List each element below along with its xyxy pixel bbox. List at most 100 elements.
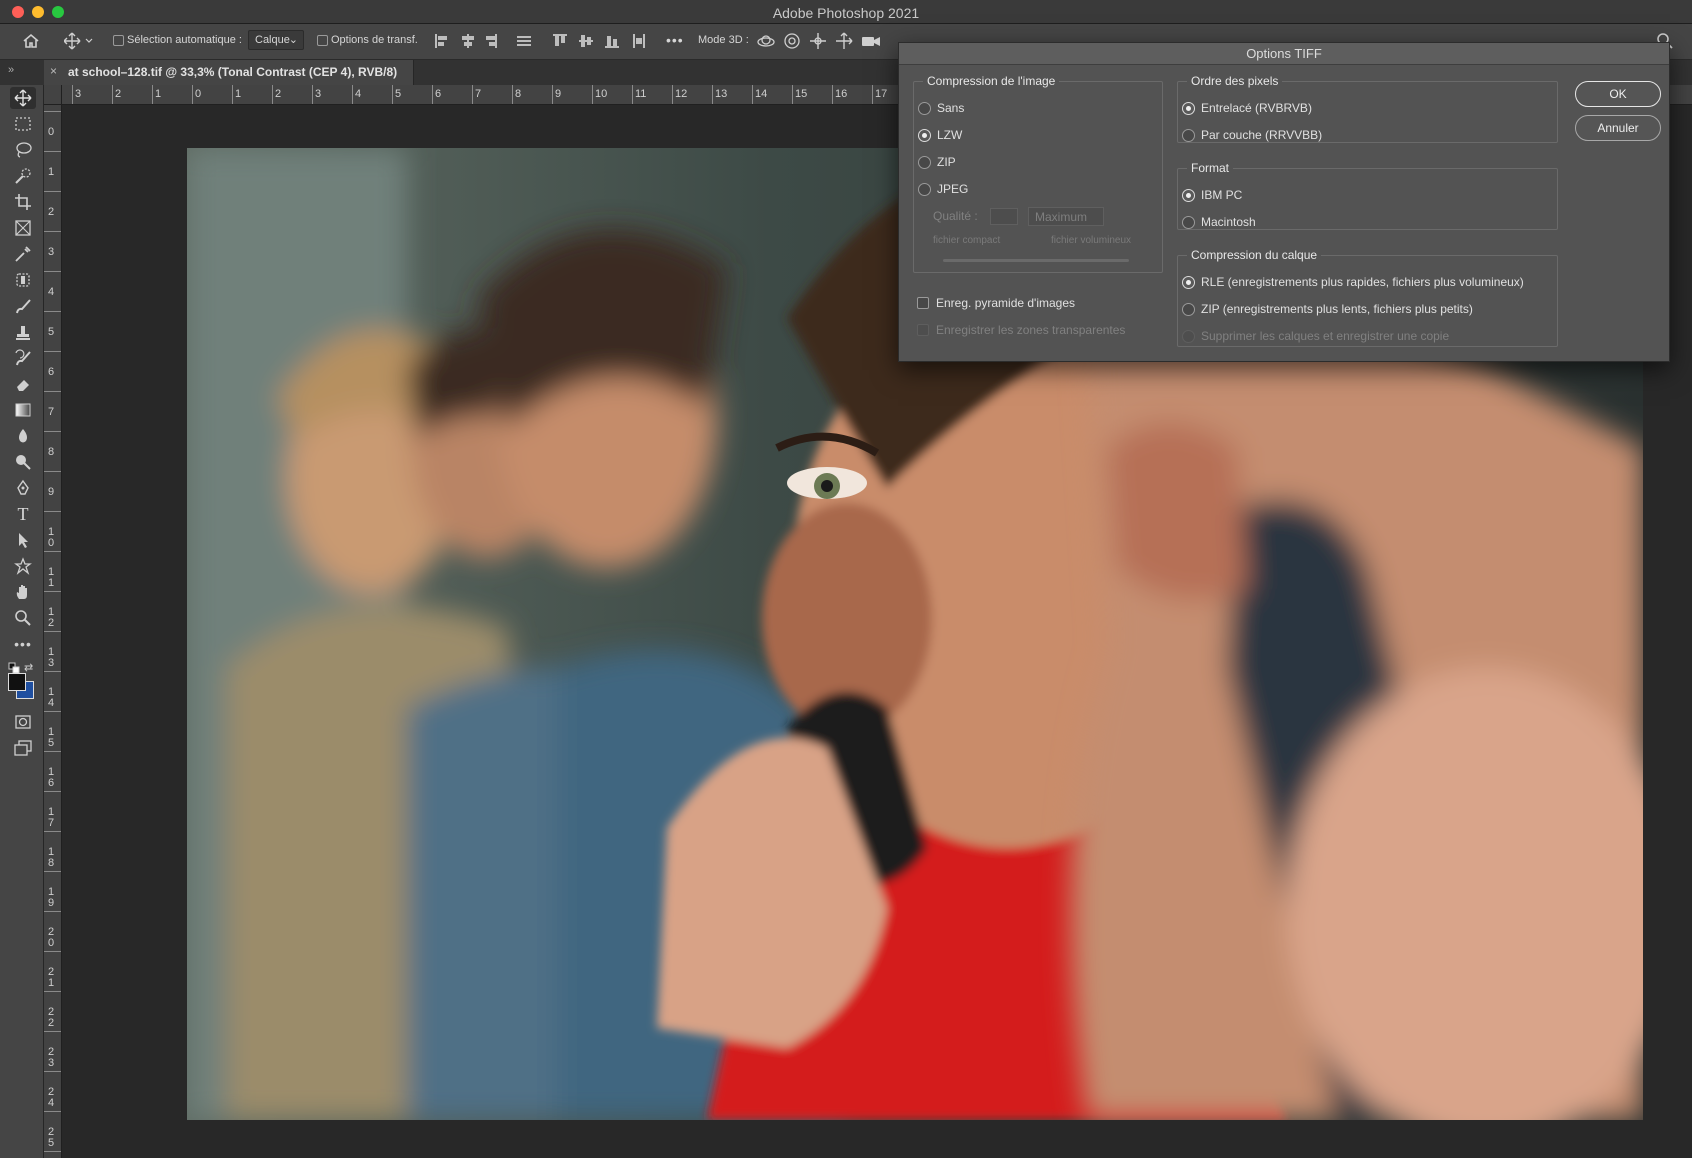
quick-mask-icon[interactable]: [10, 711, 36, 733]
transform-options-checkbox[interactable]: [317, 35, 328, 46]
radio-button-selected[interactable]: [918, 128, 931, 142]
frame-tool-icon[interactable]: [10, 217, 36, 239]
crop-tool-icon[interactable]: [10, 191, 36, 213]
vertical-ruler: 1012345678910111213141516171819202122232…: [44, 85, 62, 1158]
checkbox[interactable]: [917, 297, 929, 309]
compression-option-jpeg[interactable]: JPEG: [918, 182, 968, 196]
move-tool-icon[interactable]: [10, 87, 36, 109]
document-tab[interactable]: × at school–128.tif @ 33,3% (Tonal Contr…: [44, 60, 414, 85]
ruler-label: 3: [315, 88, 322, 100]
ruler-label: 9: [555, 88, 562, 100]
document-tab-title: at school–128.tif @ 33,3% (Tonal Contras…: [68, 65, 398, 79]
screen-mode-icon[interactable]: [10, 737, 36, 759]
pixel-order-per-channel[interactable]: Par couche (RRVVBB): [1182, 128, 1322, 142]
ruler-tick: [712, 85, 713, 104]
tiff-options-dialog: Options TIFF Compression de l'image Sans…: [898, 42, 1670, 362]
radio-button[interactable]: [1182, 215, 1195, 229]
spot-healing-tool-icon[interactable]: [10, 269, 36, 291]
more-options-button[interactable]: •••: [666, 32, 684, 48]
ruler-tick: [312, 85, 313, 104]
compression-option-lzw[interactable]: LZW: [918, 128, 962, 142]
radio-button[interactable]: [1182, 302, 1195, 316]
ruler-label: 3: [75, 88, 82, 100]
camera-3d-icon[interactable]: [861, 32, 881, 53]
ruler-tick: [44, 391, 61, 392]
auto-select-checkbox[interactable]: [113, 35, 124, 46]
clone-stamp-tool-icon[interactable]: [10, 321, 36, 343]
roll-3d-icon[interactable]: [783, 32, 801, 53]
gradient-tool-icon[interactable]: [10, 399, 36, 421]
custom-shape-tool-icon[interactable]: [10, 555, 36, 577]
jpeg-quality-slider[interactable]: [943, 259, 1129, 262]
home-icon[interactable]: [22, 32, 40, 53]
type-tool-icon[interactable]: T: [10, 503, 36, 525]
jpeg-quality-dropdown[interactable]: Maximum: [1028, 207, 1104, 226]
dodge-tool-icon[interactable]: [10, 451, 36, 473]
ruler-label: 25: [48, 1126, 55, 1149]
layer-compression-zip[interactable]: ZIP (enregistrements plus lents, fichier…: [1182, 302, 1473, 316]
ruler-origin[interactable]: [44, 85, 62, 105]
compression-option-none[interactable]: Sans: [918, 101, 964, 115]
pan-3d-icon[interactable]: [809, 32, 827, 53]
chevron-down-icon: ⌄: [288, 34, 298, 46]
blur-tool-icon[interactable]: [10, 425, 36, 447]
auto-select-dropdown[interactable]: Calque ⌄: [248, 30, 304, 50]
app-title: Adobe Photoshop 2021: [772, 5, 920, 21]
ruler-tick: [872, 85, 873, 104]
radio-button[interactable]: [1182, 128, 1195, 142]
brush-tool-icon[interactable]: [10, 295, 36, 317]
eraser-tool-icon[interactable]: [10, 373, 36, 395]
move-tool-preset-icon[interactable]: [63, 32, 94, 53]
hand-tool-icon[interactable]: [10, 581, 36, 603]
save-pyramid-option[interactable]: Enreg. pyramide d'images: [917, 296, 1075, 310]
slide-3d-icon[interactable]: [835, 32, 853, 53]
jpeg-quality-input[interactable]: [990, 208, 1018, 225]
ruler-tick: [44, 991, 61, 992]
ruler-label: 8: [515, 88, 522, 100]
option-label: ZIP (enregistrements plus lents, fichier…: [1201, 302, 1473, 316]
byte-order-macintosh[interactable]: Macintosh: [1182, 215, 1256, 229]
marquee-tool-icon[interactable]: [10, 113, 36, 135]
radio-button[interactable]: [918, 101, 931, 115]
ruler-label: 12: [48, 606, 55, 629]
cancel-button[interactable]: Annuler: [1575, 115, 1661, 141]
ok-button[interactable]: OK: [1575, 81, 1661, 107]
layer-compression-rle[interactable]: RLE (enregistrements plus rapides, fichi…: [1182, 275, 1524, 289]
layer-compression-title: Compression du calque: [1187, 248, 1322, 262]
foreground-color-swatch[interactable]: [8, 673, 26, 691]
radio-button[interactable]: [918, 182, 931, 196]
radio-button-selected[interactable]: [1182, 188, 1195, 202]
radio-button[interactable]: [918, 155, 931, 169]
pixel-order-interleaved[interactable]: Entrelacé (RVBRVB): [1182, 101, 1312, 115]
ruler-label: 21: [48, 966, 55, 989]
ruler-label: 14: [755, 88, 768, 100]
zoom-tool-icon[interactable]: [10, 607, 36, 629]
compression-option-zip[interactable]: ZIP: [918, 155, 956, 169]
ruler-label: 16: [48, 766, 55, 789]
option-label: RLE (enregistrements plus rapides, fichi…: [1201, 275, 1524, 289]
ruler-label: 1: [48, 166, 55, 178]
byte-order-ibm-pc[interactable]: IBM PC: [1182, 188, 1242, 202]
quick-selection-tool-icon[interactable]: [10, 165, 36, 187]
orbit-3d-icon[interactable]: [757, 32, 775, 53]
ruler-tick: [832, 85, 833, 104]
close-tab-icon[interactable]: ×: [50, 64, 57, 78]
pixel-order-title: Ordre des pixels: [1187, 74, 1283, 88]
ruler-label: 3: [48, 246, 55, 258]
ruler-tick: [44, 1031, 61, 1032]
radio-button-selected[interactable]: [1182, 101, 1195, 115]
ruler-tick: [44, 311, 61, 312]
history-brush-tool-icon[interactable]: [10, 347, 36, 369]
path-selection-tool-icon[interactable]: [10, 529, 36, 551]
lasso-tool-icon[interactable]: [10, 139, 36, 161]
eyedropper-tool-icon[interactable]: [10, 243, 36, 265]
ruler-label: 20: [48, 926, 55, 949]
ruler-label: 11: [48, 566, 55, 589]
ruler-tick: [672, 85, 673, 104]
radio-button-selected[interactable]: [1182, 275, 1195, 289]
edit-toolbar-icon[interactable]: •••: [10, 633, 36, 655]
expand-panels-icon[interactable]: »: [8, 64, 14, 76]
discard-layers-option: Supprimer les calques et enregistrer une…: [1182, 329, 1449, 343]
pen-tool-icon[interactable]: [10, 477, 36, 499]
option-label: Entrelacé (RVBRVB): [1201, 101, 1312, 115]
